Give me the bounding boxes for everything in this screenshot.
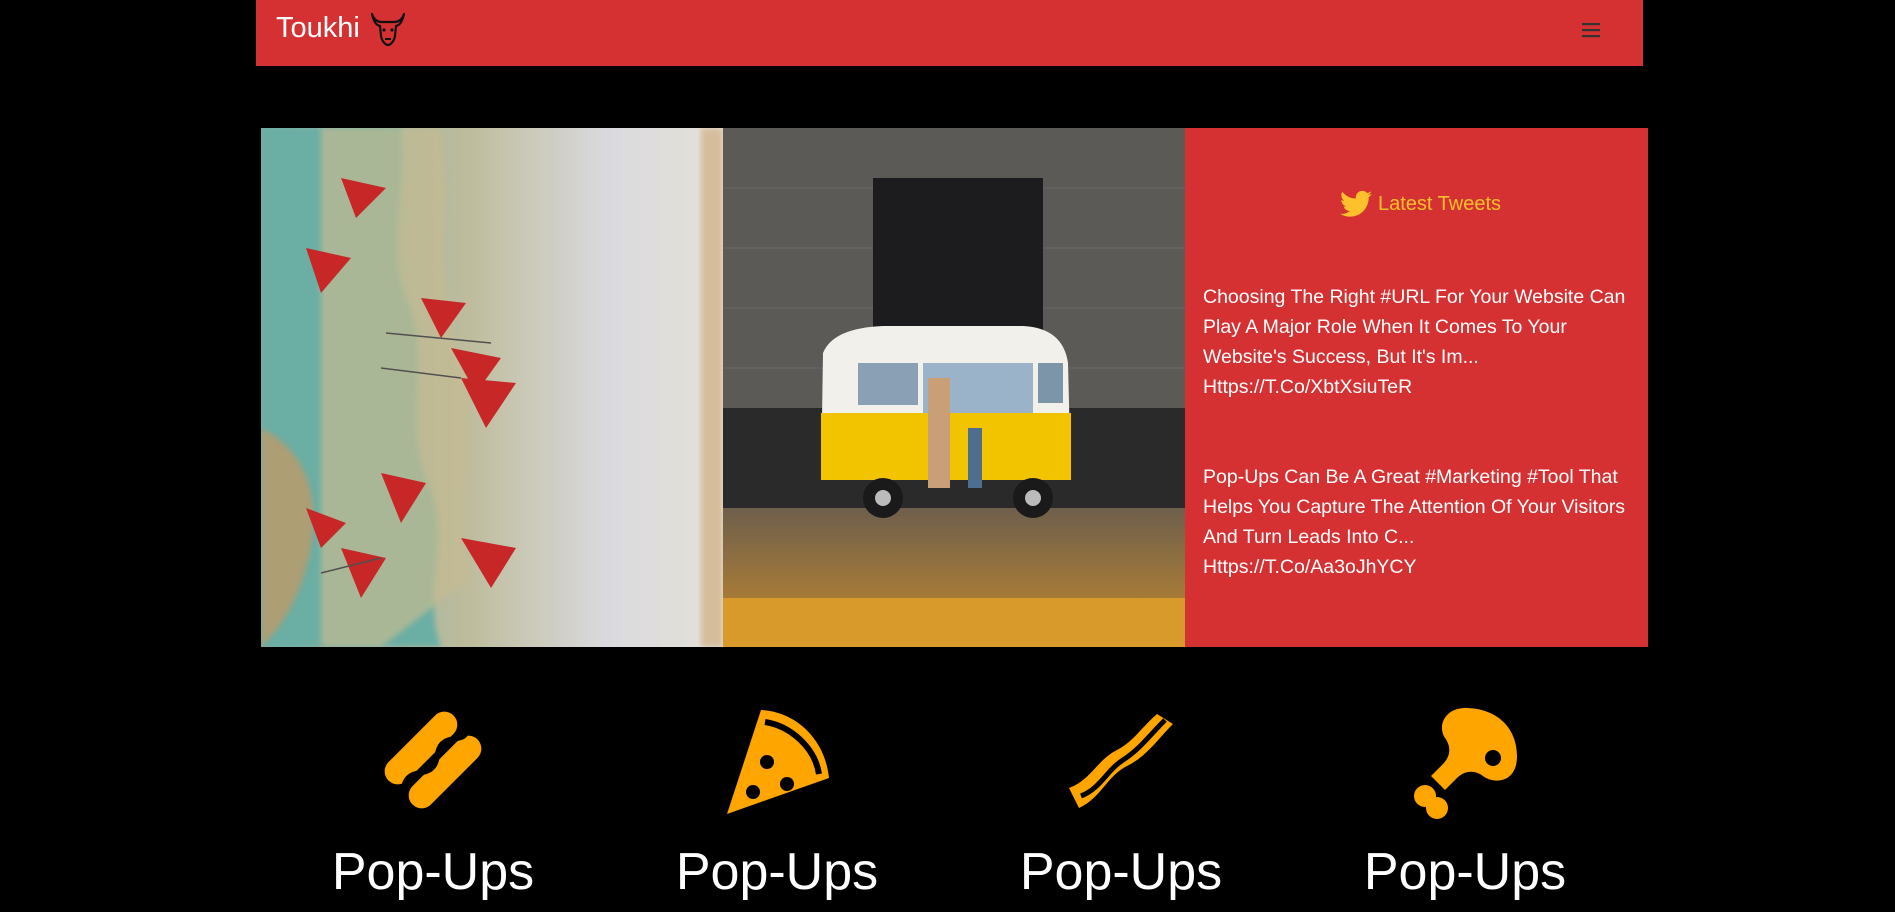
feature-item: Pop-Ups — [261, 700, 605, 898]
bull-head-icon — [370, 12, 405, 47]
tweet-item: Choosing The Right #URL For Your Website… — [1203, 282, 1638, 402]
features-section: Pop-Ups Pop-Ups Pop-Ups Pop-Ups — [261, 700, 1648, 912]
hotdog-icon — [384, 711, 482, 809]
feature-title: Pop-Ups — [1019, 843, 1223, 901]
hero-section: Latest Tweets Choosing The Right #URL Fo… — [261, 128, 1648, 647]
feature-title: Pop-Ups — [1363, 843, 1567, 901]
feature-title: Pop-Ups — [675, 843, 879, 901]
bacon-icon — [1069, 714, 1173, 808]
tweets-heading-label: Latest Tweets — [1377, 192, 1502, 215]
feature-item: Pop-Ups — [949, 700, 1293, 898]
tweet-text: Pop-Ups Can Be A Great #Marketing #Tool … — [1203, 466, 1626, 548]
yellow-van-photo — [723, 128, 1185, 647]
feature-item: Pop-Ups — [1293, 700, 1637, 898]
navbar: Toukhi — [256, 0, 1643, 66]
brand-name: Toukhi — [276, 11, 360, 44]
feature-title: Pop-Ups — [331, 843, 535, 901]
tweet-link[interactable]: Https://T.Co/XbtXsiuTeR — [1203, 372, 1638, 402]
tweet-item: Pop-Ups Can Be A Great #Marketing #Tool … — [1203, 462, 1638, 582]
drumstick-icon — [1414, 708, 1517, 819]
tweet-text: Choosing The Right #URL For Your Website… — [1203, 286, 1626, 368]
hamburger-icon[interactable] — [1579, 18, 1603, 42]
map-with-pins-photo — [261, 128, 723, 647]
feature-item: Pop-Ups — [605, 700, 949, 898]
twitter-icon — [1339, 190, 1372, 217]
tweets-heading: Latest Tweets — [1203, 190, 1638, 218]
tweet-link[interactable]: Https://T.Co/Aa3oJhYCY — [1203, 552, 1638, 582]
brand-link[interactable]: Toukhi — [276, 8, 408, 48]
latest-tweets-panel: Latest Tweets Choosing The Right #URL Fo… — [1185, 128, 1648, 647]
pizza-slice-icon — [727, 710, 829, 814]
